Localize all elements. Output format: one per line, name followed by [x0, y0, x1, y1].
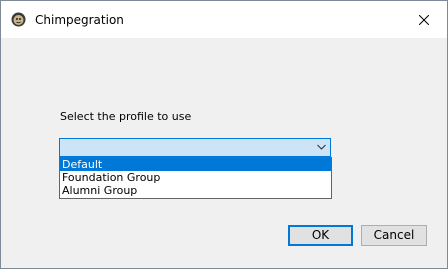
- ok-button[interactable]: OK: [288, 225, 353, 246]
- title-bar[interactable]: Chimpegration: [1, 1, 447, 38]
- profile-option-alumni-group[interactable]: Alumni Group: [60, 184, 331, 197]
- profile-option-foundation-group[interactable]: Foundation Group: [60, 171, 331, 184]
- window-title: Chimpegration: [35, 13, 124, 27]
- close-button[interactable]: [401, 1, 447, 38]
- chimp-app-icon: [11, 12, 26, 27]
- profile-combobox[interactable]: [59, 138, 331, 157]
- profile-dropdown-list: Default Foundation Group Alumni Group: [59, 157, 332, 199]
- cancel-button[interactable]: Cancel: [361, 225, 427, 246]
- close-icon: [419, 14, 429, 25]
- chevron-down-icon[interactable]: [317, 144, 326, 151]
- dialog-window: Chimpegration Select the profile to use …: [0, 0, 448, 269]
- profile-option-default[interactable]: Default: [60, 158, 331, 171]
- profile-prompt-label: Select the profile to use: [60, 110, 192, 123]
